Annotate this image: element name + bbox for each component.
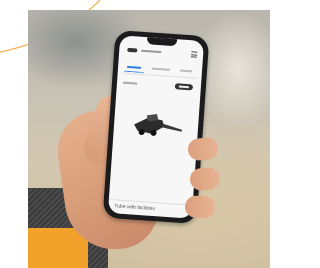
menu-icon[interactable] <box>190 51 198 58</box>
machine-product-image <box>134 114 182 136</box>
tab-third[interactable] <box>178 68 194 75</box>
logo-mark <box>127 47 138 53</box>
photo-scene: Tube with facilities <box>0 0 270 268</box>
row-label <box>122 81 138 85</box>
info-row <box>122 80 195 93</box>
header-title-blur <box>141 49 162 54</box>
finger <box>184 194 216 220</box>
status-pill[interactable] <box>174 83 194 91</box>
phone-screen: Tube with facilities <box>107 35 205 219</box>
app-header <box>119 44 204 66</box>
phone-notch <box>146 37 178 47</box>
tab-second[interactable] <box>150 66 172 74</box>
tab-bar <box>121 63 199 79</box>
footer-label: Tube with facilities <box>114 203 156 213</box>
tab-active[interactable] <box>123 64 145 74</box>
